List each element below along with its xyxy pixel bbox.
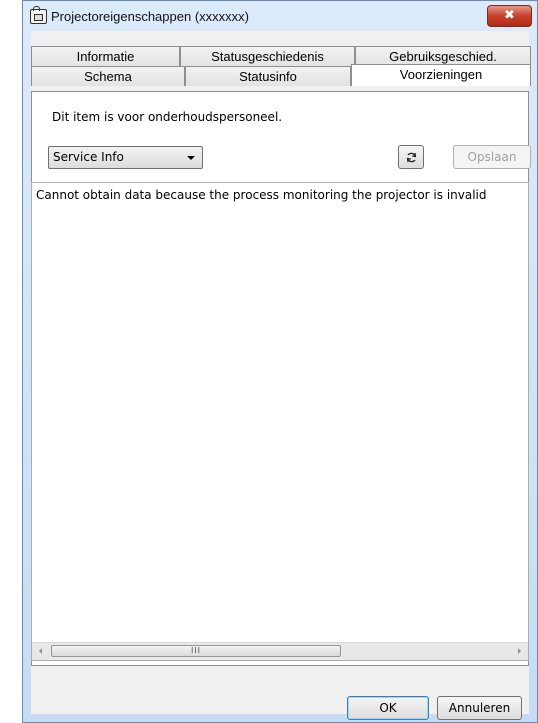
- tab-informatie[interactable]: Informatie: [31, 46, 180, 66]
- tab-gebruiksgeschiedenis[interactable]: Gebruiksgeschied.: [355, 46, 531, 66]
- info-type-dropdown[interactable]: Service Info: [48, 146, 203, 169]
- tab-voorzieningen[interactable]: Voorzieningen: [351, 64, 531, 86]
- window-title: Projectoreigenschappen (xxxxxxx): [51, 9, 249, 24]
- service-info-output[interactable]: Cannot obtain data because the process m…: [31, 182, 529, 661]
- output-text: Cannot obtain data because the process m…: [36, 188, 487, 202]
- maintenance-note: Dit item is voor onderhoudspersoneel.: [52, 110, 283, 124]
- dropdown-value: Service Info: [53, 150, 124, 164]
- horizontal-scrollbar[interactable]: III: [32, 642, 528, 660]
- tab-schema[interactable]: Schema: [31, 66, 185, 86]
- refresh-button[interactable]: [398, 145, 424, 169]
- ok-button[interactable]: OK: [347, 696, 429, 720]
- save-button[interactable]: Opslaan: [453, 145, 531, 169]
- properties-window: Projectoreigenschappen (xxxxxxx) ✖ Infor…: [22, 0, 538, 723]
- scroll-left-arrow-icon[interactable]: [32, 643, 49, 660]
- chevron-down-icon: [187, 156, 195, 160]
- tab-statusgeschiedenis[interactable]: Statusgeschiedenis: [180, 46, 355, 66]
- dialog-client: Informatie Statusgeschiedenis Gebruiksge…: [31, 31, 531, 720]
- cancel-button[interactable]: Annuleren: [437, 696, 522, 720]
- title-bar[interactable]: Projectoreigenschappen (xxxxxxx) ✖: [23, 1, 537, 31]
- close-button[interactable]: ✖: [487, 5, 532, 27]
- projector-icon: [30, 6, 47, 24]
- tab-panel-voorzieningen: Dit item is voor onderhoudspersoneel. Se…: [31, 91, 531, 666]
- refresh-icon: [406, 152, 417, 163]
- tab-statusinfo[interactable]: Statusinfo: [185, 66, 351, 86]
- scroll-thumb[interactable]: III: [51, 645, 341, 657]
- scroll-right-arrow-icon[interactable]: [511, 643, 528, 660]
